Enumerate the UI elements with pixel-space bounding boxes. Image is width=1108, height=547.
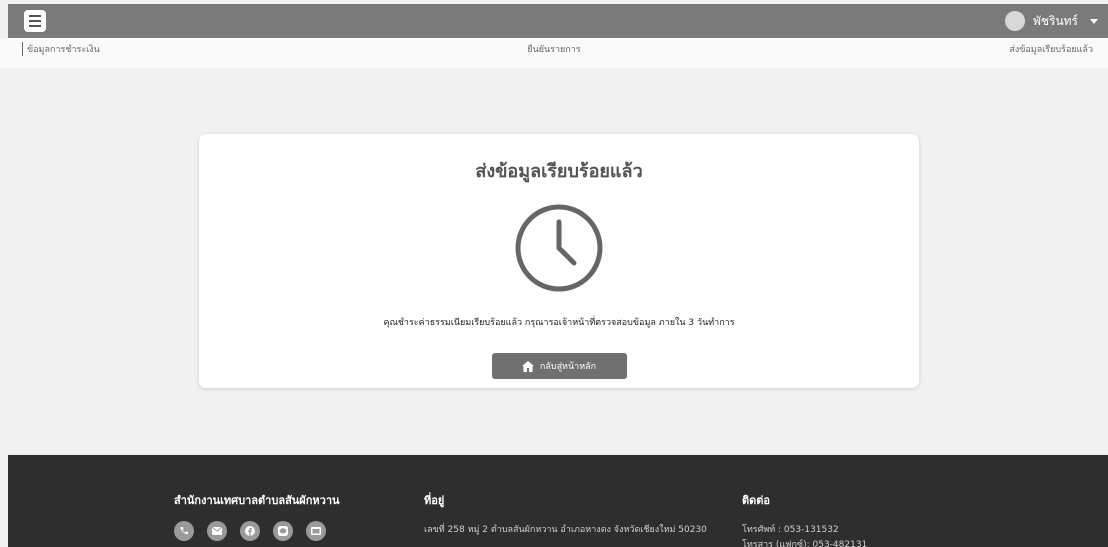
footer-address-text: เลขที่ 258 หมู่ 2 ตำบลสันผักหวาน อำเภอหา… xyxy=(424,525,707,535)
confirmation-card: ส่งข้อมูลเรียบร้อยแล้ว คุณชำระค่าธรรมเนี… xyxy=(199,134,919,388)
step-confirm: ยืนยันรายการ xyxy=(527,45,581,55)
footer-address-title: ที่อยู่ xyxy=(424,494,445,507)
user-menu[interactable]: พัชรินทร์ xyxy=(1004,11,1098,31)
footer-address: ที่อยู่ เลขที่ 258 หมู่ 2 ตำบลสันผักหวาน… xyxy=(424,491,707,538)
avatar xyxy=(1004,11,1025,31)
confirmation-message: คุณชำระค่าธรรมเนียมเรียบร้อยแล้ว กรุณารอ… xyxy=(383,318,735,328)
user-name: พัชรินทร์ xyxy=(1032,13,1078,28)
menu-button[interactable] xyxy=(24,10,46,32)
footer-fax: โทรสาร (แฟกซ์): 053-482131 xyxy=(742,540,868,547)
social-links xyxy=(174,521,340,541)
hamburger-icon-line xyxy=(29,25,41,27)
line-icon[interactable] xyxy=(273,521,293,541)
clock-icon xyxy=(514,203,604,293)
step-payment-info: ข้อมูลการชำระเงิน xyxy=(22,42,100,56)
back-to-home-button[interactable]: กลับสู่หน้าหลัก xyxy=(491,353,627,379)
footer: สำนักงานเทศบาลตำบลสันผักหวาน ที่อยู่ เลข… xyxy=(8,455,1108,547)
hamburger-icon-line xyxy=(29,15,41,17)
page-title: ส่งข้อมูลเรียบร้อยแล้ว xyxy=(475,161,643,182)
footer-org-name: สำนักงานเทศบาลตำบลสันผักหวาน xyxy=(174,494,340,507)
hamburger-icon-line xyxy=(29,20,41,22)
footer-contact: ติดต่อ โทรศัพท์ : 053-131532 โทรสาร (แฟก… xyxy=(742,491,867,547)
web-icon[interactable] xyxy=(306,521,326,541)
chevron-down-icon xyxy=(1090,18,1098,24)
phone-icon[interactable] xyxy=(174,521,194,541)
home-icon xyxy=(521,360,534,372)
mail-icon[interactable] xyxy=(207,521,227,541)
footer-contact-title: ติดต่อ xyxy=(742,494,771,507)
footer-org: สำนักงานเทศบาลตำบลสันผักหวาน xyxy=(174,491,340,541)
facebook-icon[interactable] xyxy=(240,521,260,541)
step-submitted: ส่งข้อมูลเรียบร้อยแล้ว xyxy=(1009,45,1093,55)
top-bar: พัชรินทร์ xyxy=(8,4,1108,38)
footer-phone: โทรศัพท์ : 053-131532 xyxy=(742,525,839,535)
back-to-home-label: กลับสู่หน้าหลัก xyxy=(539,362,597,372)
progress-stepper: ยืนยันรายการ ข้อมูลการชำระเงิน ส่งข้อมูล… xyxy=(0,38,1108,68)
